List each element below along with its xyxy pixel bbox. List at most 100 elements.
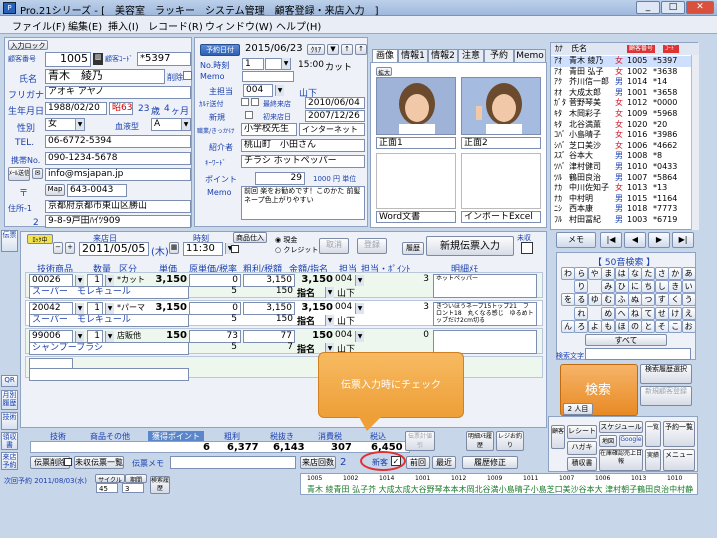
reserve-date-field[interactable]: 2015/06/23 bbox=[243, 43, 305, 56]
cancel-button[interactable]: 取消 bbox=[319, 238, 349, 254]
kana-button[interactable]: ゆ bbox=[587, 293, 602, 307]
arrow-right-icon[interactable]: ↑ bbox=[355, 44, 367, 55]
chevron-down-icon[interactable]: ▼ bbox=[105, 275, 114, 286]
kana-button[interactable]: た bbox=[641, 267, 656, 280]
customer-photo-2[interactable] bbox=[461, 77, 541, 135]
addr1-field[interactable]: 京都府京都市東山区勝山 bbox=[45, 200, 191, 213]
cycle-count[interactable]: 3 bbox=[122, 483, 144, 493]
side-tech-button[interactable]: 技術 bbox=[1, 412, 18, 430]
menu-edit[interactable]: 編集(E) bbox=[68, 18, 102, 33]
kana-button[interactable]: や bbox=[587, 267, 602, 280]
mobile-field[interactable]: 090-1234-5678 bbox=[45, 152, 191, 165]
excel-select[interactable]: インポートExcel bbox=[461, 211, 541, 223]
input-lock-button[interactable]: 入力ロック bbox=[8, 40, 48, 50]
kana-button[interactable]: の bbox=[628, 319, 642, 333]
kana-button[interactable]: ほ bbox=[614, 319, 629, 333]
clear-button[interactable]: ｸﾘｱ bbox=[307, 44, 325, 55]
intro-field[interactable]: 桃山町 小田さん bbox=[241, 139, 365, 152]
word-select[interactable]: Word文書 bbox=[376, 211, 456, 223]
new-customer-button[interactable]: 新規顧客登録 bbox=[640, 386, 692, 406]
customer-code-field[interactable]: *5397 bbox=[137, 52, 191, 66]
job-field[interactable]: 小学校先生 bbox=[241, 123, 297, 136]
new-slip-button[interactable]: 新規伝票入力 bbox=[426, 236, 514, 256]
calendar-icon[interactable]: ▦ bbox=[169, 242, 179, 254]
unpaid-list-button[interactable]: 未収伝票一覧 bbox=[74, 456, 124, 469]
chevron-down-icon[interactable]: ▼ bbox=[105, 303, 114, 314]
menu-tool-button[interactable]: メニュー bbox=[663, 449, 695, 471]
tab-memo[interactable]: Memo bbox=[514, 49, 546, 63]
list-scrollbar[interactable] bbox=[691, 55, 699, 230]
kana-button[interactable]: る bbox=[574, 293, 589, 307]
maximize-button[interactable]: □ bbox=[661, 1, 685, 14]
first-record-button[interactable]: |◀ bbox=[600, 232, 622, 248]
point-field[interactable]: 29 bbox=[255, 172, 305, 185]
list-item[interactable]: ｶﾞﾀ 菅野琴美 女 1012 *0000 bbox=[551, 98, 691, 109]
goods-checkbox[interactable] bbox=[231, 245, 239, 253]
kana-all-button[interactable]: すべて bbox=[585, 334, 667, 346]
menu-record[interactable]: レコード(R) bbox=[148, 18, 203, 33]
chevron-down-icon[interactable]: ▼ bbox=[281, 58, 290, 69]
photo-2-select[interactable]: 正面2 bbox=[461, 137, 541, 149]
list-item[interactable]: ﾂﾙ 鶴田良治 男 1007 *5864 bbox=[551, 173, 691, 184]
list-item[interactable]: ﾅｶ 中川佐知子女 1013 *13 bbox=[551, 183, 691, 194]
list-item[interactable]: ﾂﾊﾞ 津村健司 男 1010 *0433 bbox=[551, 162, 691, 173]
list-item[interactable]: ﾆｼ 西本康 男 1018 *7773 bbox=[551, 204, 691, 215]
zaiko-button[interactable]: 積収書 bbox=[567, 457, 597, 471]
kana-button[interactable]: う bbox=[681, 293, 696, 307]
kokyaku-button[interactable]: 顧客 bbox=[551, 425, 565, 449]
goods-purchase-button[interactable]: 商品仕入 bbox=[233, 232, 267, 243]
kana-button[interactable]: ち bbox=[641, 280, 656, 294]
kana-button[interactable]: め bbox=[601, 306, 616, 320]
menu-help[interactable]: ヘルプ(H) bbox=[276, 18, 321, 33]
search-text-input[interactable] bbox=[585, 348, 691, 360]
trigger-select[interactable]: インターネット bbox=[299, 123, 365, 136]
kana-button[interactable]: ね bbox=[628, 306, 642, 320]
item-name-field[interactable]: スーパー モレキュール bbox=[29, 286, 189, 299]
kana-button[interactable]: か bbox=[668, 267, 683, 280]
credit-radio[interactable]: ○ クレジット bbox=[275, 245, 318, 255]
unclosed-checkbox[interactable] bbox=[521, 242, 533, 254]
list-item[interactable]: ｷﾀ 木岡彩子 女 1009 *5968 bbox=[551, 109, 691, 120]
kana-button[interactable]: さ bbox=[654, 267, 669, 280]
kana-button[interactable]: け bbox=[668, 306, 683, 320]
kana-button[interactable]: ひ bbox=[614, 280, 629, 294]
recheck-button[interactable]: 検索履歴 bbox=[150, 476, 170, 494]
list-item[interactable]: ｱｵ 青田 弘子 女 1002 *3638 bbox=[551, 67, 691, 78]
kana-button[interactable]: と bbox=[641, 319, 656, 333]
menu-window[interactable]: ウィンドウ(W) bbox=[205, 18, 273, 33]
customer-no-field[interactable]: 1005 bbox=[45, 52, 91, 67]
tel-field[interactable]: 06-6772-5394 bbox=[45, 135, 191, 148]
detail-memo-history-button[interactable]: 明細ﾒﾓ履歴 bbox=[466, 431, 494, 451]
tab-reserve[interactable]: 予約 bbox=[484, 49, 514, 63]
kana-button[interactable]: せ bbox=[654, 306, 669, 320]
chevron-down-icon[interactable]: ▼ bbox=[355, 331, 364, 342]
close-button[interactable]: ✕ bbox=[686, 1, 714, 14]
cash-radio[interactable]: ◉ 現金 bbox=[275, 235, 297, 245]
reserve-list-button[interactable]: 予約一覧 bbox=[663, 421, 695, 447]
kana-button[interactable]: な bbox=[628, 267, 642, 280]
chevron-down-icon[interactable]: ▼ bbox=[355, 303, 364, 314]
record-button[interactable]: 実績 bbox=[645, 449, 661, 471]
kana-button[interactable]: よ bbox=[587, 319, 602, 333]
minimize-button[interactable]: _ bbox=[636, 1, 660, 14]
item-name-field[interactable]: シャンプーブラシ bbox=[29, 342, 189, 355]
kana-field[interactable]: アオキ アヤノ bbox=[45, 86, 191, 99]
google-button[interactable]: Google bbox=[619, 435, 643, 447]
chevron-down-icon[interactable]: ▼ bbox=[325, 287, 334, 298]
memo-field[interactable]: 前回 楽をお勧めです！このかた 前髪 ネープ色上がりやすい bbox=[241, 186, 365, 220]
side-reserve-button[interactable]: 来店予約 bbox=[1, 452, 18, 470]
list-item[interactable]: ｼﾊﾞ 芝口美沙 女 1006 *4662 bbox=[551, 141, 691, 152]
item-name-field[interactable]: スーパー モレキュール bbox=[29, 314, 189, 327]
chevron-down-icon[interactable]: ▼ bbox=[355, 275, 364, 286]
map-button[interactable]: Map bbox=[45, 184, 65, 196]
search-history-button[interactable]: 検索履歴選択 bbox=[640, 364, 692, 384]
last-visit-field[interactable]: 2010/06/04 bbox=[305, 97, 365, 109]
karte-checkbox-2[interactable] bbox=[251, 98, 259, 106]
chevron-down-icon[interactable]: ▼ bbox=[75, 331, 84, 342]
list-item[interactable]: ｵｵ 大成太郎 男 1001 *3658 bbox=[551, 88, 691, 99]
kana-button[interactable]: む bbox=[601, 293, 616, 307]
cycle-days[interactable]: 45 bbox=[96, 483, 118, 493]
tab-image[interactable]: 画像 bbox=[372, 49, 398, 63]
word-preview[interactable] bbox=[376, 153, 456, 209]
mail-field[interactable]: info@msjapan.jp bbox=[45, 168, 191, 181]
